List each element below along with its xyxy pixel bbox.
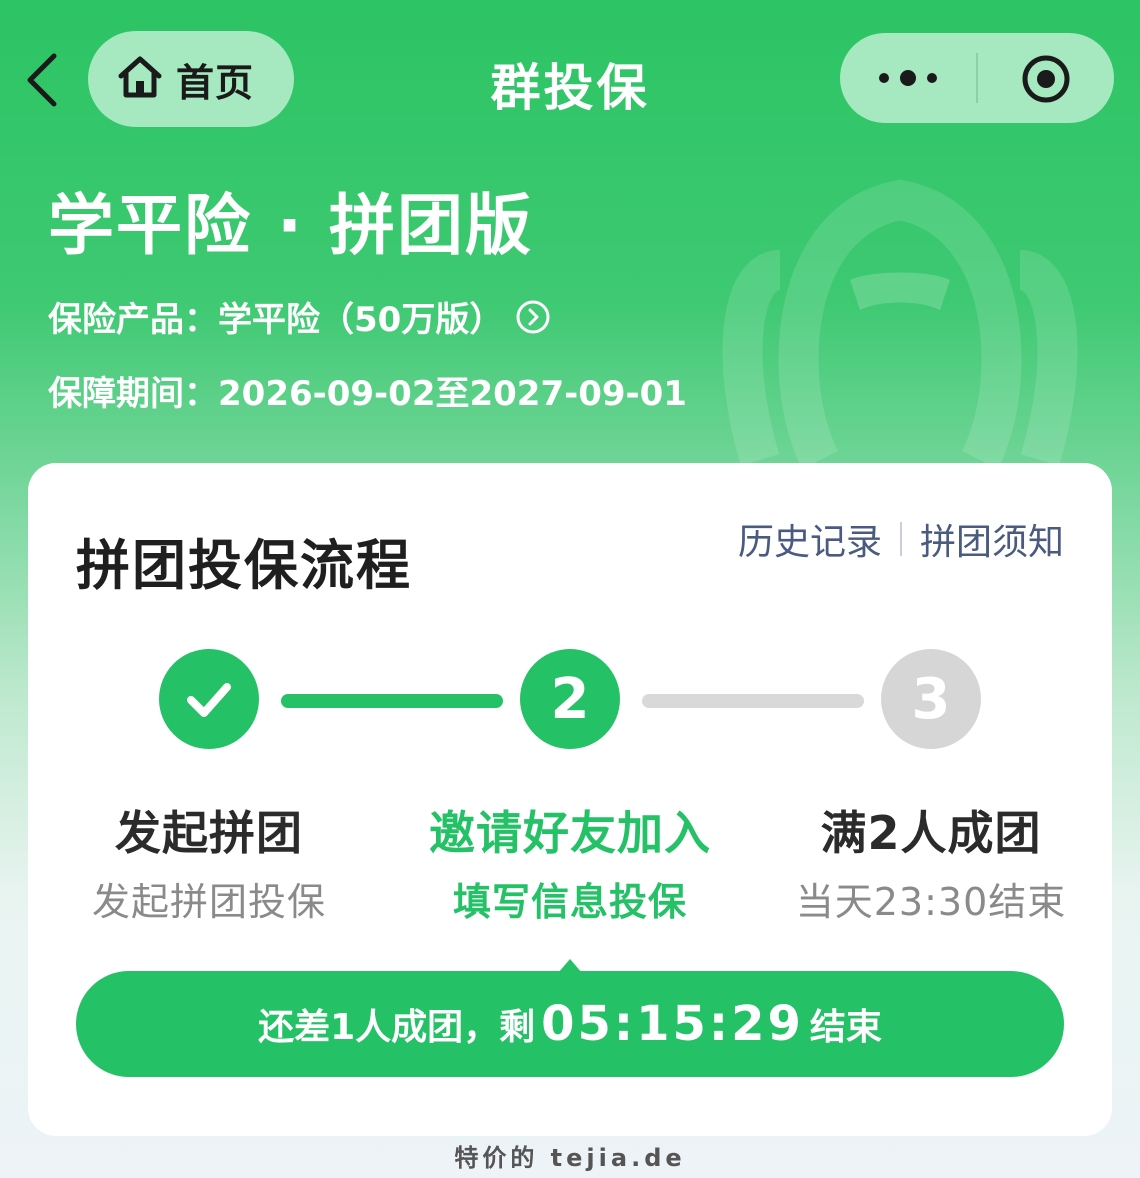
capsule-divider — [976, 53, 978, 103]
close-target-icon[interactable] — [1020, 53, 1072, 105]
product-title: 学平险 · 拼团版 — [48, 187, 534, 264]
product-label: 保险产品： — [48, 300, 218, 340]
step-connector-pending — [642, 694, 864, 708]
countdown-suffix: 结束 — [809, 1007, 882, 1048]
group-notice-link[interactable]: 拼团须知 — [920, 513, 1064, 565]
step-2-label: 邀请好友加入 — [429, 806, 711, 860]
step-1-label: 发起拼团 — [115, 806, 303, 860]
product-info-row[interactable]: 保险产品： 学平险（50万版） — [48, 292, 551, 341]
step-1-done-circle — [159, 649, 259, 749]
period-label: 保障期间： — [48, 374, 218, 414]
step-2-sub: 填写信息投保 — [452, 880, 687, 924]
countdown-banner[interactable]: 还差1人成团，剩 05:15:29 结束 — [76, 971, 1064, 1077]
card-links: 历史记录 拼团须知 — [738, 513, 1064, 565]
history-link[interactable]: 历史记录 — [738, 513, 882, 565]
mini-program-capsule — [840, 33, 1114, 123]
step-3-sub: 当天23:30结束 — [795, 880, 1067, 924]
more-dots-icon[interactable] — [876, 61, 940, 95]
step-2-circle: 2 — [520, 649, 620, 749]
step-3-circle: 3 — [881, 649, 981, 749]
chevron-right-circle-icon[interactable] — [515, 299, 551, 335]
countdown-time: 05:15:29 — [541, 996, 804, 1052]
link-separator — [899, 522, 902, 556]
countdown-prefix: 还差1人成团，剩 — [258, 1007, 536, 1048]
product-value: 学平险（50万版） — [218, 300, 504, 340]
step-3-label: 满2人成团 — [820, 806, 1042, 860]
footer-watermark: 特价的 tejia.de — [454, 1144, 686, 1172]
period-value: 2026-09-02至2027-09-01 — [218, 374, 687, 414]
coverage-period-row: 保障期间： 2026-09-02至2027-09-01 — [48, 366, 687, 415]
step-connector-complete — [281, 694, 503, 708]
checkmark-icon — [187, 683, 231, 717]
card-title: 拼团投保流程 — [76, 534, 412, 597]
group-process-card: 拼团投保流程 历史记录 拼团须知 2 3 发起拼团 发起拼团投保 邀请好友加入 … — [28, 463, 1112, 1136]
mascot-background-icon — [700, 160, 1100, 480]
step-1-sub: 发起拼团投保 — [91, 880, 326, 924]
